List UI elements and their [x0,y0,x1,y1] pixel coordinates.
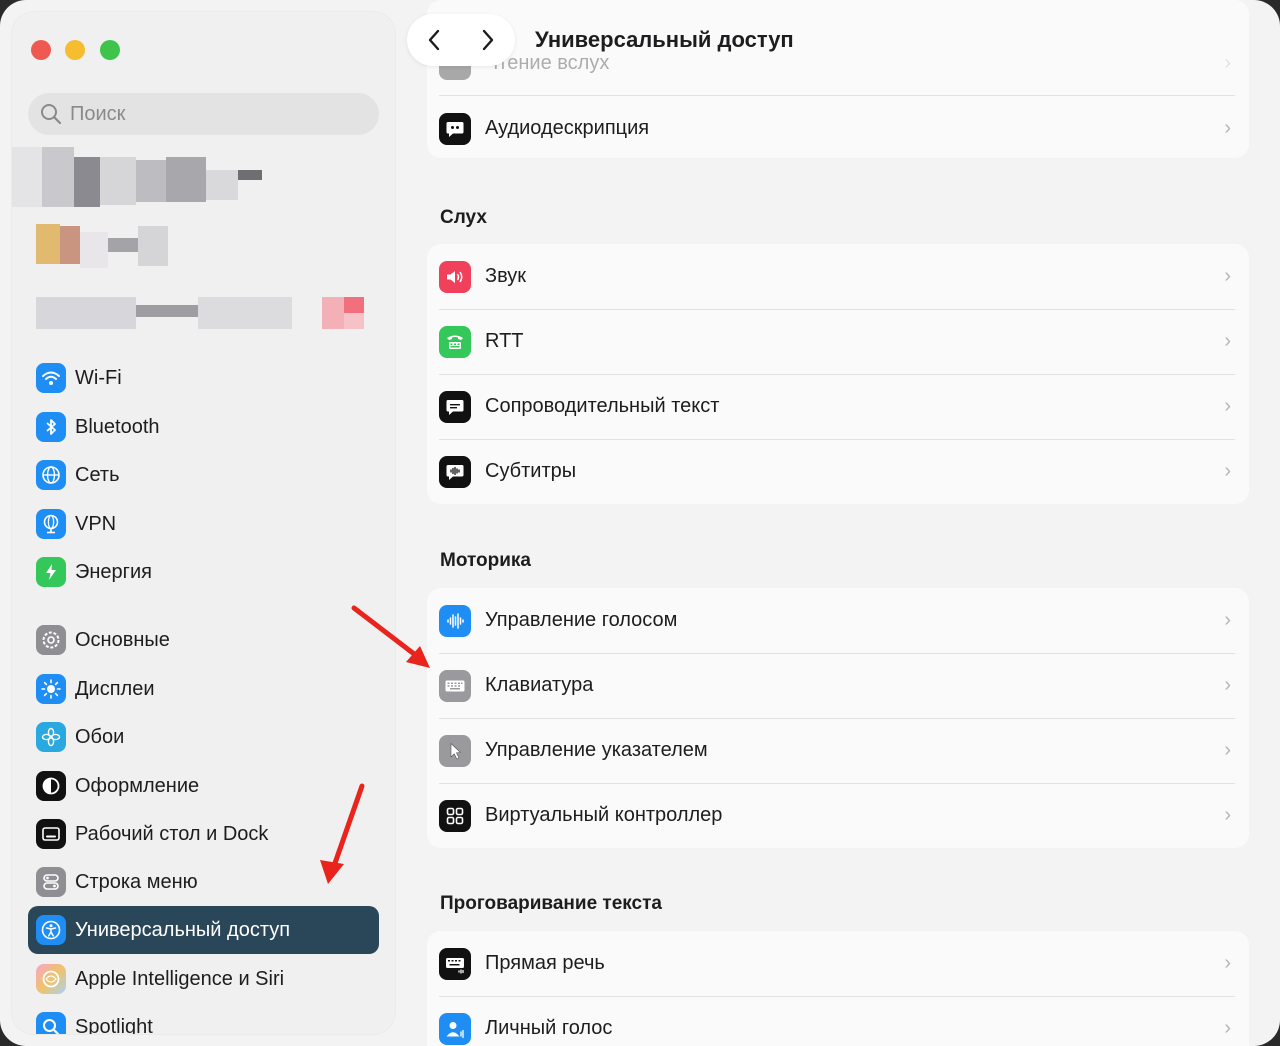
sidebar-item-wifi[interactable]: Wi-Fi [28,354,379,402]
speaker-icon [439,260,471,293]
main-content: Чтение вслух › Аудиодескрипция › Универс… [395,0,1280,1046]
appearance-icon [36,771,66,801]
row-live-speech[interactable]: Прямая речь › [427,931,1249,996]
minimize-window-button[interactable] [65,40,85,60]
sidebar-item-wallpaper[interactable]: Обои [28,713,379,761]
sidebar-item-vpn[interactable]: VPN [28,500,379,548]
personal-voice-icon [439,1012,471,1045]
grid-icon [439,799,471,832]
vpn-globe-icon [36,509,66,539]
back-button[interactable] [412,18,456,62]
row-subtitles[interactable]: Субтитры › [427,439,1249,504]
sidebar-item-accessibility[interactable]: Универсальный доступ [28,906,379,954]
section-title-speech: Проговаривание текста [440,893,662,914]
live-speech-icon [439,947,471,980]
page-title: Универсальный доступ [535,27,794,52]
row-audio-description[interactable]: Аудиодескрипция › [427,96,1249,161]
navigation-buttons [407,14,515,66]
row-captions-text[interactable]: Сопроводительный текст › [427,374,1249,439]
close-window-button[interactable] [31,40,51,60]
sidebar-item-network[interactable]: Сеть [28,451,379,499]
forward-button[interactable] [466,18,510,62]
menubar-icon [36,867,66,897]
card-vision-tail: Чтение вслух › Аудиодескрипция › [427,0,1249,158]
sidebar-item-displays[interactable]: Дисплеи [28,665,379,713]
rtt-icon [439,325,471,358]
section-title-motor: Моторика [440,550,531,571]
subtitles-icon [439,455,471,488]
wifi-icon [36,363,66,393]
card-motor: Управление голосом › Клавиатура › Управл… [427,588,1249,848]
row-rtt[interactable]: RTT › [427,309,1249,374]
bolt-icon [36,557,66,587]
sun-icon [36,674,66,704]
sidebar-item-energy[interactable]: Энергия [28,548,379,596]
chevron-left-icon [428,29,440,51]
keyboard-icon [439,669,471,702]
search-input[interactable]: Поиск [28,93,379,135]
sidebar-item-spotlight[interactable]: Spotlight [28,1003,379,1034]
globe-icon [36,460,66,490]
search-placeholder: Поиск [70,102,126,125]
annotation-arrow-accessibility [320,783,365,884]
sidebar-item-bluetooth[interactable]: Bluetooth [28,403,379,451]
row-voice-control[interactable]: Управление голосом › [427,588,1249,653]
flower-icon [36,722,66,752]
gear-icon [36,625,66,655]
pointer-icon [439,734,471,767]
annotation-arrow-keyboard [351,605,430,668]
dock-icon [36,819,66,849]
row-virtual-controller[interactable]: Виртуальный контроллер › [427,783,1249,848]
card-speech: Прямая речь › Личный голос › [427,931,1249,1046]
section-title-hearing: Слух [440,207,487,228]
siri-icon [36,964,66,994]
bluetooth-icon [36,412,66,442]
spotlight-icon [36,1012,66,1034]
chevron-right-icon [482,29,494,51]
zoom-window-button[interactable] [100,40,120,60]
sidebar-item-general[interactable]: Основные [28,616,379,664]
row-pointer-control[interactable]: Управление указателем › [427,718,1249,783]
card-hearing: Звук › RTT › Сопроводительный текст › Су… [427,244,1249,504]
voice-control-icon [439,604,471,637]
row-sound[interactable]: Звук › [427,244,1249,309]
accessibility-icon [36,915,66,945]
audio-description-icon [439,112,471,145]
search-icon [41,104,62,125]
sidebar-item-siri[interactable]: Apple Intelligence и Siri [28,955,379,1003]
settings-window: Поиск Wi-Fi Bluetooth Сеть VPN Энергия О… [0,0,1280,1046]
row-keyboard[interactable]: Клавиатура › [427,653,1249,718]
row-personal-voice[interactable]: Личный голос › [427,996,1249,1046]
caption-bubble-icon [439,390,471,423]
